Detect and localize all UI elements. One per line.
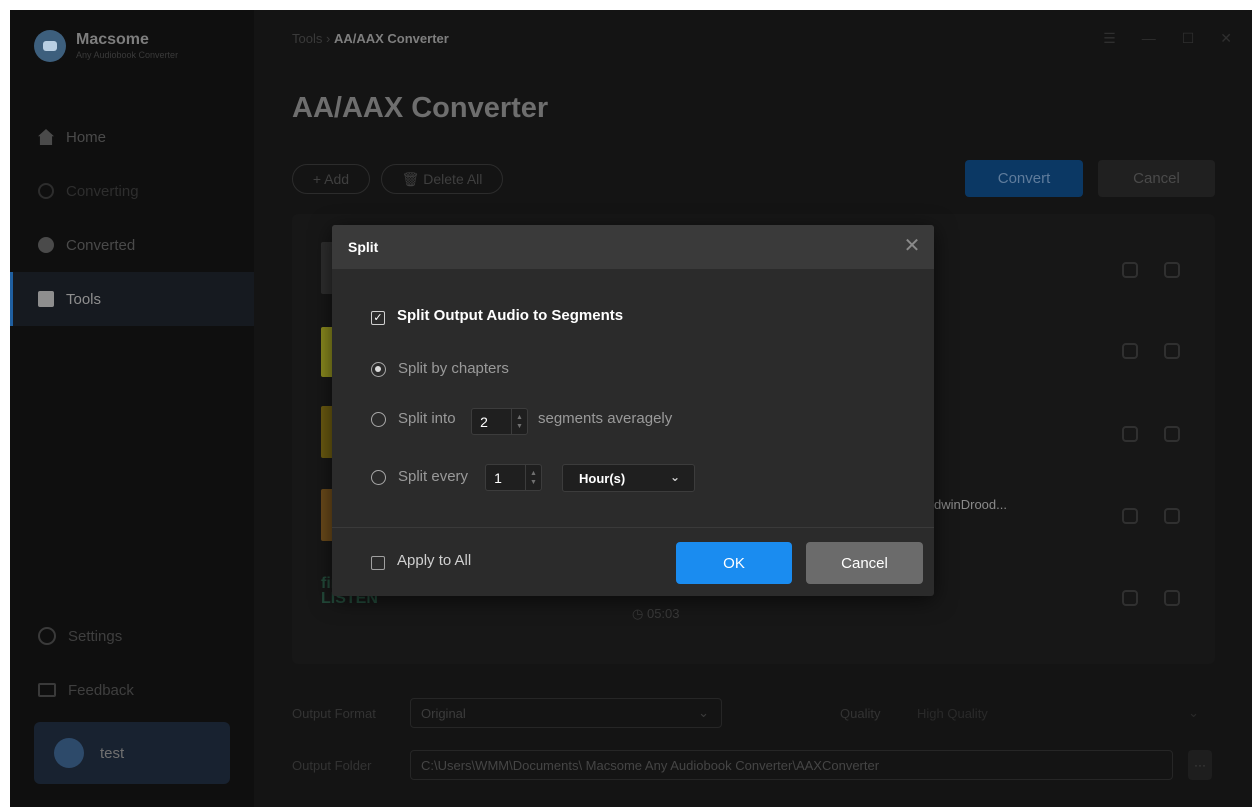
split-output-label: Split Output Audio to Segments (397, 307, 624, 324)
split-every-label: Split every (398, 468, 469, 485)
brand-name: Macsome (76, 31, 149, 48)
window-controls: ☰ — ☐ ✕ (1103, 30, 1232, 47)
app-window: Macsome Any Audiobook Converter Home Con… (10, 10, 1252, 807)
split-dialog: Split ✕ ✓ Split Output Audio to Segments… (332, 225, 934, 596)
quality-select[interactable]: High Quality ⌄ (906, 698, 1212, 728)
sidebar-item-label: Converted (66, 236, 136, 254)
interval-value: 1 (494, 469, 502, 486)
settings-icon[interactable] (1122, 590, 1138, 606)
brand: Macsome Any Audiobook Converter (34, 30, 178, 62)
sidebar: Macsome Any Audiobook Converter Home Con… (10, 10, 254, 807)
sidebar-item-converted[interactable]: Converted (10, 218, 254, 272)
home-icon (38, 129, 54, 145)
sidebar-item-converting[interactable]: Converting (10, 164, 254, 218)
settings-icon (38, 627, 56, 645)
split-into-radio[interactable] (371, 412, 386, 427)
clock-icon (38, 237, 54, 253)
feedback-label: Feedback (68, 681, 134, 699)
sidebar-item-home[interactable]: Home (10, 110, 254, 164)
row-actions (1122, 508, 1180, 524)
row-actions (1122, 426, 1180, 442)
settings-icon[interactable] (1122, 426, 1138, 442)
output-format-select[interactable]: Original ⌄ (410, 698, 722, 728)
row-actions (1122, 343, 1180, 359)
toolbox-icon (38, 291, 54, 307)
apply-to-all-checkbox[interactable] (371, 556, 385, 570)
interval-stepper[interactable]: 1 ▲ ▼ (485, 464, 542, 491)
minimize-icon[interactable]: — (1142, 30, 1156, 47)
menu-icon[interactable]: ☰ (1103, 30, 1116, 47)
breadcrumb: Tools › AA/AAX Converter (292, 31, 449, 46)
chevron-down-icon: ⌄ (698, 705, 709, 720)
split-by-chapters-label: Split by chapters (398, 360, 509, 377)
split-by-chapters-radio[interactable] (371, 362, 386, 377)
segments-averagely-label: segments averagely (538, 410, 673, 427)
sidebar-item-tools[interactable]: Tools (10, 272, 254, 326)
settings-icon[interactable] (1122, 343, 1138, 359)
user-name: test (100, 744, 125, 762)
breadcrumb-current: AA/AAX Converter (333, 31, 449, 46)
duration-value: 05:03 (646, 606, 680, 621)
browse-folder-button[interactable]: ··· (1188, 750, 1212, 780)
trash-icon[interactable] (1164, 343, 1180, 359)
output-format-label: Output Format (292, 706, 376, 721)
user-account[interactable]: test (34, 722, 230, 784)
cancel-convert-button[interactable]: Cancel (1098, 160, 1215, 197)
mail-icon (38, 683, 56, 697)
trash-icon[interactable] (1164, 262, 1180, 278)
delete-all-button[interactable]: 🗑 Delete All (381, 164, 503, 194)
settings-icon[interactable] (1122, 508, 1138, 524)
trash-icon[interactable] (1164, 590, 1180, 606)
segments-value: 2 (480, 413, 488, 430)
close-icon[interactable]: ✕ (902, 236, 922, 257)
book-duration: ◷ 05:03 (632, 606, 680, 621)
dialog-header: Split ✕ (332, 225, 934, 269)
interval-unit-value: Hour(s) (579, 470, 626, 486)
breadcrumb-separator: › (325, 31, 331, 46)
settings-label: Settings (68, 627, 123, 645)
cancel-button[interactable]: Cancel (806, 542, 923, 584)
convert-button[interactable]: Convert (965, 160, 1083, 197)
add-button[interactable]: + Add (292, 164, 370, 194)
sidebar-nav: Home Converting Converted Tools (10, 110, 254, 326)
dialog-title: Split (348, 239, 379, 255)
output-format-value: Original (421, 705, 466, 721)
output-folder-label: Output Folder (292, 758, 372, 773)
dialog-divider (332, 527, 934, 528)
quality-label: Quality (840, 706, 881, 721)
converting-icon (38, 183, 54, 199)
trash-icon[interactable] (1164, 426, 1180, 442)
row-actions (1122, 262, 1180, 278)
split-output-checkbox[interactable]: ✓ (371, 311, 385, 325)
output-folder-field[interactable]: C:\Users\WMM\Documents\ Macsome Any Audi… (410, 750, 1173, 780)
split-into-label: Split into (398, 410, 456, 427)
segments-stepper[interactable]: 2 ▲ ▼ (471, 408, 528, 435)
apply-to-all-label: Apply to All (397, 552, 472, 569)
maximize-icon[interactable]: ☐ (1182, 30, 1195, 47)
row-actions (1122, 590, 1180, 606)
sidebar-item-label: Tools (66, 290, 102, 308)
chevron-down-icon: ⌄ (669, 470, 680, 484)
trash-icon[interactable] (1164, 508, 1180, 524)
sidebar-item-label: Home (66, 128, 107, 146)
stepper-arrows-icon[interactable]: ▲ ▼ (511, 409, 527, 434)
stepper-arrows-icon[interactable]: ▲ ▼ (525, 465, 541, 490)
split-every-radio[interactable] (371, 470, 386, 485)
interval-unit-select[interactable]: Hour(s) ⌄ (562, 464, 695, 492)
sidebar-item-label: Converting (66, 182, 139, 200)
close-icon[interactable]: ✕ (1220, 30, 1232, 47)
settings-icon[interactable] (1122, 262, 1138, 278)
brand-subtitle: Any Audiobook Converter (76, 50, 179, 60)
quality-value: High Quality (917, 705, 988, 721)
page-title: AA/AAX Converter (292, 92, 549, 124)
app-logo-icon (34, 30, 66, 62)
sidebar-item-settings[interactable]: Settings (10, 609, 254, 663)
ok-button[interactable]: OK (676, 542, 792, 584)
sidebar-item-feedback[interactable]: Feedback (10, 663, 254, 717)
output-folder-value: C:\Users\WMM\Documents\ Macsome Any Audi… (421, 757, 880, 773)
book-title: dwinDrood... (934, 497, 1007, 512)
breadcrumb-parent[interactable]: Tools (292, 31, 322, 46)
chevron-down-icon: ⌄ (1188, 705, 1199, 720)
avatar-icon (54, 738, 84, 768)
